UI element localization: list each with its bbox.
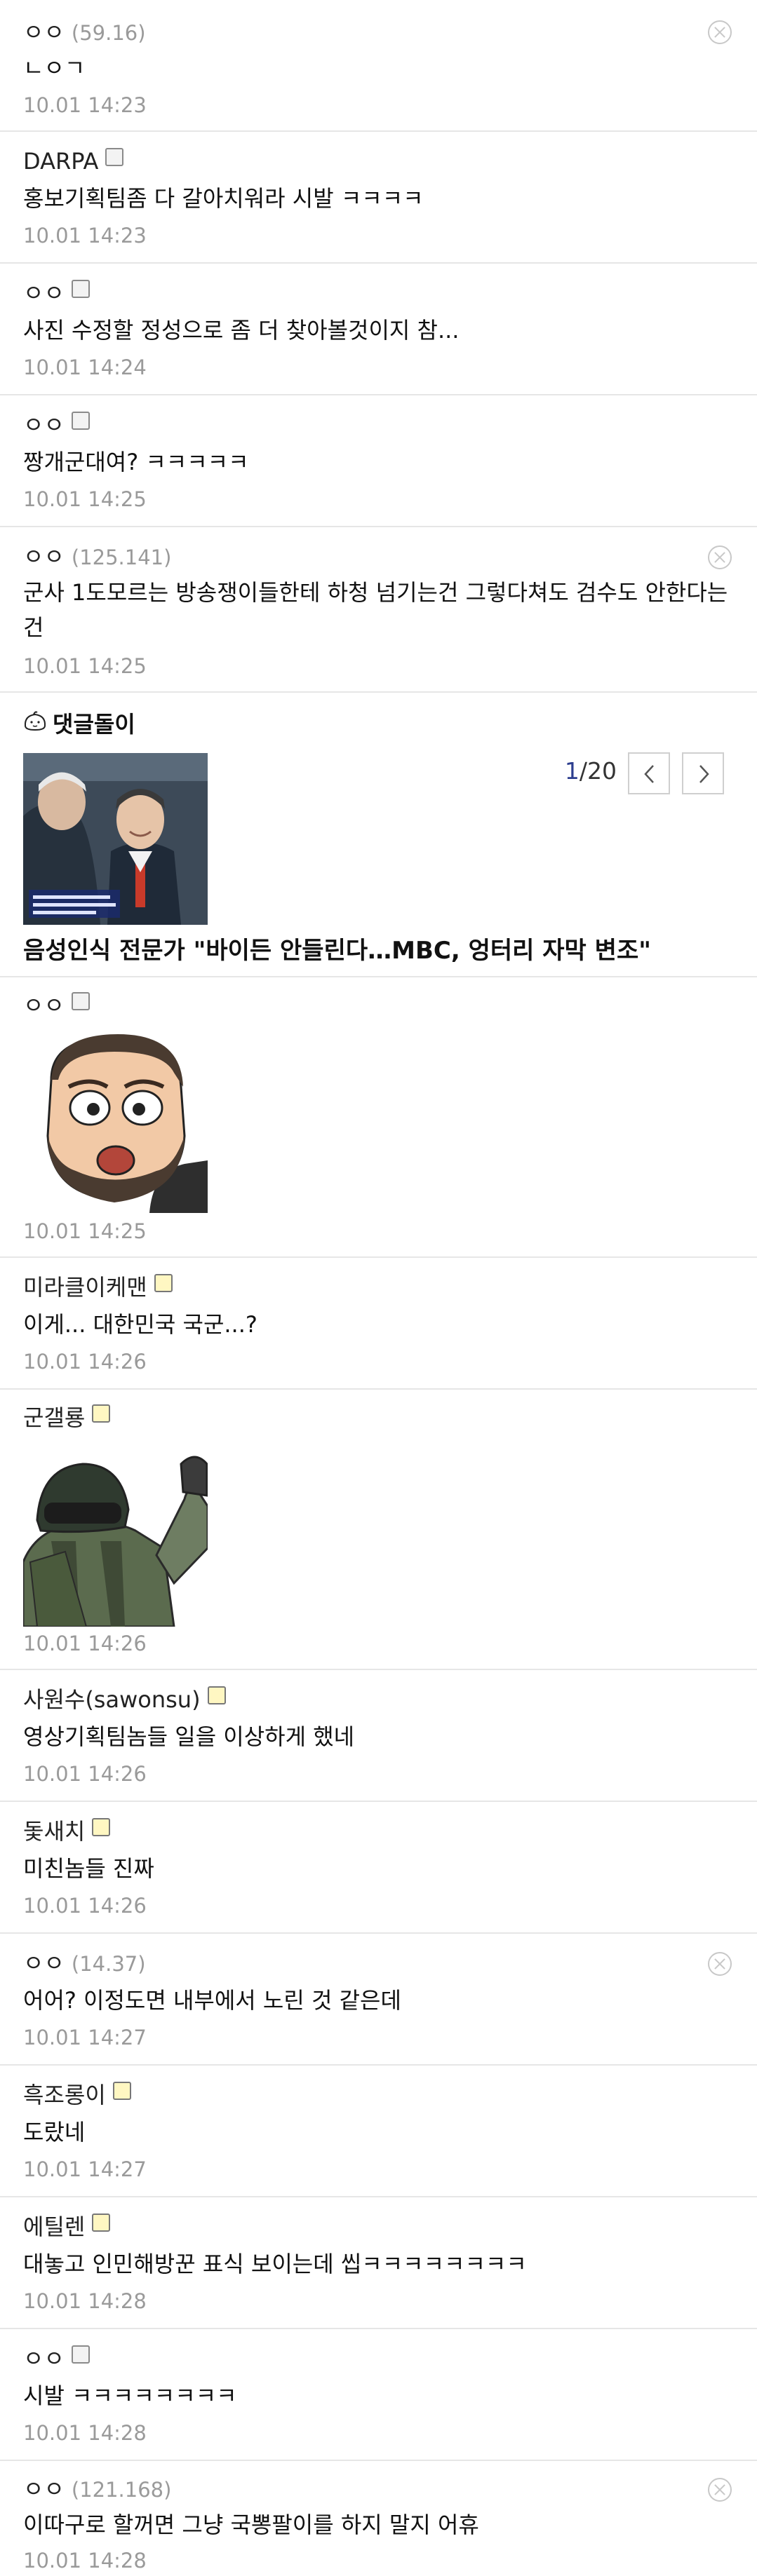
gallog-icon[interactable] [71,992,90,1010]
comment-item: 에틸렌 대놓고 인민해방꾼 표식 보이는데 씹ㅋㅋㅋㅋㅋㅋㅋㅋ 10.01 14… [0,2197,757,2329]
pager-current: 1 [564,757,580,785]
delete-icon[interactable] [708,2478,732,2502]
comment-text: 짱개군대여? ㅋㅋㅋㅋㅋ [23,449,249,475]
comment-date: 10.01 14:26 [23,1762,147,1786]
gallog-icon[interactable] [112,2082,131,2100]
comment-text: 이게... 대한민국 국군...? [23,1311,257,1338]
comment-ip: (125.141) [71,545,172,569]
gallog-icon[interactable] [71,2345,90,2364]
pager-total: /20 [579,757,617,785]
comment-nickname[interactable]: ㅇㅇ [23,1950,65,1977]
comment-date: 10.01 14:27 [23,2026,147,2049]
gallog-icon[interactable] [207,1686,226,1704]
comment-date: 10.01 14:25 [23,1219,147,1243]
comment-item: 돛새치 미친놈들 진짜 10.01 14:26 [0,1802,757,1934]
comment-item: ㅇㅇ (14.37) 어어? 이정도면 내부에서 노린 것 같은데 10.01 1… [0,1934,757,2066]
comment-ip: (59.16) [71,21,146,45]
gallog-icon[interactable] [154,1274,173,1292]
delete-icon[interactable] [708,1952,732,1976]
comment-item: ㅇㅇ 10.01 14:25 [0,977,757,1258]
comment-nickname[interactable]: 미라클이케맨 [23,1274,147,1301]
gallog-icon[interactable] [92,1404,111,1423]
gallog-icon[interactable] [92,1818,111,1836]
comment-text-line: 건 [23,614,44,641]
comment-nickname[interactable]: 군갤룡 [23,1404,85,1431]
comment-text-line: 군사 1도모르는 방송쟁이들한테 하청 넘기는건 그렇다쳐도 검수도 안한다는 [23,579,728,606]
comment-image[interactable] [23,1031,208,1213]
gallog-icon[interactable] [71,280,90,298]
comment-nickname[interactable]: ㅇㅇ [23,992,65,1019]
pager-count: 1/20 [565,757,617,785]
dat-gul-dol-i-icon [24,711,46,731]
comment-text: 사진 수정할 정성으로 좀 더 찾아볼것이지 참... [23,317,460,344]
comment-nickname[interactable]: ㅇㅇ [23,2476,65,2502]
chevron-left-icon [644,765,654,783]
comment-nickname[interactable]: ㅇㅇ [23,543,65,570]
comment-item: ㅇㅇ 사진 수정할 정성으로 좀 더 찾아볼것이지 참... 10.01 14:… [0,264,757,395]
comment-nickname[interactable]: ㅇㅇ [23,280,65,306]
dat-gul-dol-i-title: 댓글돌이 [53,711,135,738]
comment-nickname[interactable]: DARPA [23,148,98,175]
comment-date: 10.01 14:24 [23,355,147,379]
comment-item: ㅇㅇ (125.141) 군사 1도모르는 방송쟁이들한테 하청 넘기는건 그렇다… [0,527,757,693]
comment-text: 대놓고 인민해방꾼 표식 보이는데 씹ㅋㅋㅋㅋㅋㅋㅋㅋ [23,2251,527,2277]
gallog-icon[interactable] [71,412,90,430]
comment-nickname[interactable]: ㅇㅇ [23,2345,65,2372]
gallog-icon[interactable] [92,2214,111,2232]
comment-item: ㅇㅇ 시발 ㅋㅋㅋㅋㅋㅋㅋㅋ 10.01 14:28 [0,2329,757,2461]
comment-date: 10.01 14:28 [23,2289,147,2313]
comment-image[interactable] [23,1443,208,1627]
comment-text: 홍보기획팀좀 다 갈아치워라 시발 ㅋㅋㅋㅋ [23,185,424,212]
comment-item: DARPA 홍보기획팀좀 다 갈아치워라 시발 ㅋㅋㅋㅋ 10.01 14:23 [0,132,757,264]
gallog-icon[interactable] [105,148,124,166]
comment-item: ㅇㅇ (121.168) 이따구로 할꺼면 그냥 국뽕팔이를 하지 말지 어휴 1… [0,2461,757,2576]
comment-text: 미친놈들 진짜 [23,1855,154,1882]
comment-text: 영상기획팀놈들 일을 이상하게 했네 [23,1723,355,1750]
news-headline[interactable]: 음성인식 전문가 "바이든 안들린다…MBC, 엉터리 자막 변조" [23,931,651,965]
comment-item: 미라클이케맨 이게... 대한민국 국군...? 10.01 14:26 [0,1258,757,1390]
comment-date: 10.01 14:25 [23,487,147,511]
comment-text: 시발 ㅋㅋㅋㅋㅋㅋㅋㅋ [23,2382,237,2409]
comment-date: 10.01 14:23 [23,93,147,117]
comment-text: ㄴㅇㄱ [23,55,86,81]
comment-nickname[interactable]: 사원수(sawonsu) [23,1686,201,1713]
comment-date: 10.01 14:27 [23,2157,147,2181]
comment-item: 사원수(sawonsu) 영상기획팀놈들 일을 이상하게 했네 10.01 14… [0,1670,757,1802]
comment-ip: (121.168) [71,2478,172,2502]
delete-icon[interactable] [708,545,732,569]
comment-date: 10.01 14:25 [23,654,147,678]
comment-date: 10.01 14:26 [23,1632,147,1655]
dat-gul-dol-i-box: 댓글돌이 1/20 음성인식 전문가 "바이든 안들린다…MBC, 엉터리 자막… [0,693,757,977]
comment-item: ㅇㅇ (59.16) ㄴㅇㄱ 10.01 14:23 [0,0,757,132]
delete-icon[interactable] [708,20,732,44]
comment-ip: (14.37) [71,1952,146,1976]
comment-date: 10.01 14:28 [23,2549,147,2572]
comment-nickname[interactable]: 돛새치 [23,1818,85,1845]
pager-next-button[interactable] [682,752,724,794]
comment-nickname[interactable]: ㅇㅇ [23,412,65,438]
comment-date: 10.01 14:26 [23,1894,147,1918]
comment-text: 어어? 이정도면 내부에서 노린 것 같은데 [23,1987,401,2014]
comment-item: 군갤룡 10.01 14:26 [0,1390,757,1670]
pager-prev-button[interactable] [628,752,670,794]
comment-item: 흑조롱이 도랐네 10.01 14:27 [0,2066,757,2197]
comment-nickname[interactable]: 흑조롱이 [23,2082,106,2108]
comment-date: 10.01 14:23 [23,224,147,248]
comment-item: ㅇㅇ 짱개군대여? ㅋㅋㅋㅋㅋ 10.01 14:25 [0,395,757,527]
news-thumbnail[interactable] [23,753,208,925]
comment-nickname[interactable]: 에틸렌 [23,2214,85,2240]
comment-nickname[interactable]: ㅇㅇ [23,19,65,46]
comment-text: 도랐네 [23,2119,86,2145]
comment-text: 군사 1도모르는 방송쟁이들한테 하청 넘기는건 그렇다쳐도 검수도 안한다는 … [23,575,734,645]
comment-text: 이따구로 할꺼면 그냥 국뽕팔이를 하지 말지 어휴 [23,2511,479,2538]
comment-date: 10.01 14:26 [23,1350,147,1374]
chevron-right-icon [699,765,709,783]
comment-date: 10.01 14:28 [23,2421,147,2445]
